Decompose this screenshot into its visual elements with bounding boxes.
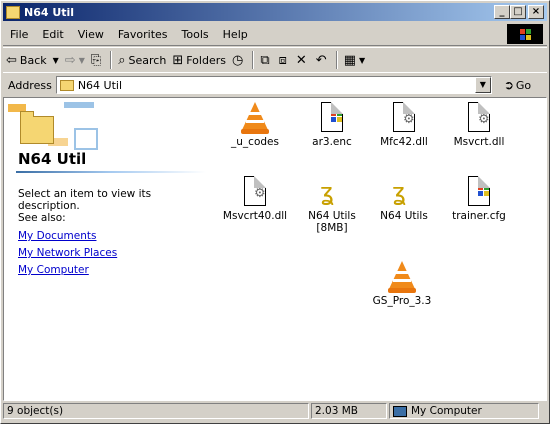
link-my-documents[interactable]: My Documents	[18, 230, 96, 242]
maximize-button[interactable]: □	[510, 5, 526, 19]
close-button[interactable]: ×	[528, 5, 544, 19]
title-divider	[16, 171, 206, 173]
search-button[interactable]: ⌕ Search	[115, 50, 169, 70]
panel-description: Select an item to view its description.	[18, 188, 152, 212]
window-title: N64 Util	[24, 5, 75, 19]
menu-view[interactable]: View	[71, 28, 111, 41]
history-icon: ◷	[231, 52, 244, 68]
up-folder-icon: ⎘	[90, 52, 102, 68]
address-value: N64 Util	[77, 78, 123, 92]
search-label: Search	[128, 53, 167, 67]
status-bar: 9 object(s) 2.03 MB My Computer	[3, 403, 547, 421]
minimize-button[interactable]: _	[494, 5, 510, 19]
my-computer-icon	[393, 405, 407, 417]
standard-toolbar: ⇦ Back ▼ ⇨ ▼ ⎘ ⌕ Search ⊞ Folders ◷ ⧉ ⧈ …	[3, 47, 547, 73]
file-name: _u_codes	[231, 136, 279, 148]
panel-title: N64 Util	[18, 150, 87, 168]
address-bar: Address N64 Util ▼ ➲ Go	[3, 72, 547, 97]
folder-view: N64 Util Select an item to view its desc…	[3, 97, 547, 401]
file-name: Msvcrt.dll	[453, 136, 505, 148]
web-view-panel: N64 Util Select an item to view its desc…	[4, 98, 209, 400]
link-my-network-places[interactable]: My Network Places	[18, 247, 117, 259]
vlc-cone-icon	[239, 102, 271, 134]
status-zone-label: My Computer	[411, 405, 482, 417]
undo-button[interactable]: ↶	[313, 50, 333, 70]
title-bar[interactable]: N64 Util _ □ ×	[3, 3, 547, 21]
folder-icon	[20, 111, 54, 144]
file-name: ar3.enc	[312, 136, 352, 148]
menu-help[interactable]: Help	[216, 28, 255, 41]
file-item[interactable]: GS_Pro_3.3	[364, 261, 440, 307]
dll-gear-icon: ⚙	[463, 102, 495, 134]
status-size: 2.03 MB	[311, 403, 387, 419]
app-snake-icon: ʓ	[392, 178, 406, 206]
forward-arrow-icon: ⇨	[64, 52, 76, 68]
delete-button[interactable]: ✕	[293, 50, 313, 70]
back-arrow-icon: ⇦	[6, 52, 17, 68]
file-name: N64 Utils [8MB]	[308, 210, 356, 234]
status-zone: My Computer	[389, 403, 539, 419]
toolbar-separator	[110, 51, 113, 69]
dll-gear-icon: ⚙	[388, 102, 420, 134]
file-item[interactable]: ʓ N64 Utils	[366, 176, 442, 222]
file-item[interactable]: ar3.enc	[294, 102, 370, 148]
back-label: Back	[19, 53, 47, 67]
file-name: trainer.cfg	[452, 210, 506, 222]
file-name: GS_Pro_3.3	[372, 295, 432, 307]
file-name: N64 Utils	[380, 210, 428, 222]
explorer-window: N64 Util _ □ × File Edit View Favorites …	[0, 0, 550, 424]
link-my-computer[interactable]: My Computer	[18, 264, 89, 276]
toolbar-separator	[335, 51, 338, 69]
views-button[interactable]: ▦ ▼	[341, 50, 368, 70]
views-dropdown-icon[interactable]: ▼	[359, 56, 365, 65]
views-icon: ▦	[343, 52, 356, 68]
copy-to-icon: ⧈	[278, 52, 287, 68]
folder-icon	[59, 79, 74, 91]
back-button[interactable]: ⇦ Back ▼	[3, 50, 62, 70]
undo-icon: ↶	[315, 52, 327, 68]
back-dropdown-icon[interactable]: ▼	[53, 56, 59, 65]
file-item[interactable]: ʓ N64 Utils [8MB]	[294, 176, 370, 234]
vlc-cone-icon	[386, 261, 418, 293]
go-label: Go	[515, 78, 532, 92]
up-button[interactable]: ⎘	[88, 50, 107, 70]
history-button[interactable]: ◷	[229, 50, 249, 70]
address-field[interactable]: N64 Util ▼	[55, 76, 492, 94]
go-button[interactable]: ➲ Go	[504, 78, 531, 92]
go-arrow-icon: ➲	[503, 78, 514, 92]
address-dropdown-icon[interactable]: ▼	[474, 77, 491, 93]
move-to-button[interactable]: ⧉	[257, 50, 275, 70]
menu-file[interactable]: File	[3, 28, 35, 41]
folders-label: Folders	[186, 53, 226, 67]
menu-bar: File Edit View Favorites Tools Help	[3, 23, 547, 46]
file-item[interactable]: ⚙ Msvcrt.dll	[441, 102, 517, 148]
file-item[interactable]: ⚙ Msvcrt40.dll	[217, 176, 293, 222]
forward-button[interactable]: ⇨ ▼	[62, 50, 88, 70]
menu-edit[interactable]: Edit	[35, 28, 70, 41]
address-label: Address	[8, 78, 52, 92]
search-icon: ⌕	[118, 52, 126, 68]
file-item[interactable]: trainer.cfg	[441, 176, 517, 222]
see-also-label: See also:	[18, 212, 66, 224]
windows-logo-icon	[507, 24, 543, 44]
file-item[interactable]: _u_codes	[217, 102, 293, 148]
folders-icon: ⊞	[172, 52, 184, 68]
file-name: Msvcrt40.dll	[222, 210, 288, 222]
menu-favorites[interactable]: Favorites	[111, 28, 175, 41]
status-object-count: 9 object(s)	[3, 403, 309, 419]
move-to-icon: ⧉	[260, 52, 270, 68]
delete-icon: ✕	[295, 52, 307, 68]
app-snake-icon: ʓ	[320, 178, 334, 206]
toolbar-separator	[252, 51, 255, 69]
menu-tools[interactable]: Tools	[175, 28, 216, 41]
folder-icon	[6, 5, 20, 19]
file-item[interactable]: ⚙ Mfc42.dll	[366, 102, 442, 148]
folders-button[interactable]: ⊞ Folders	[169, 50, 229, 70]
dll-gear-icon: ⚙	[239, 176, 271, 208]
windows-file-icon	[463, 176, 495, 208]
file-name: Mfc42.dll	[380, 136, 428, 148]
forward-dropdown-icon[interactable]: ▼	[79, 56, 85, 65]
windows-file-icon	[316, 102, 348, 134]
copy-to-button[interactable]: ⧈	[276, 50, 293, 70]
